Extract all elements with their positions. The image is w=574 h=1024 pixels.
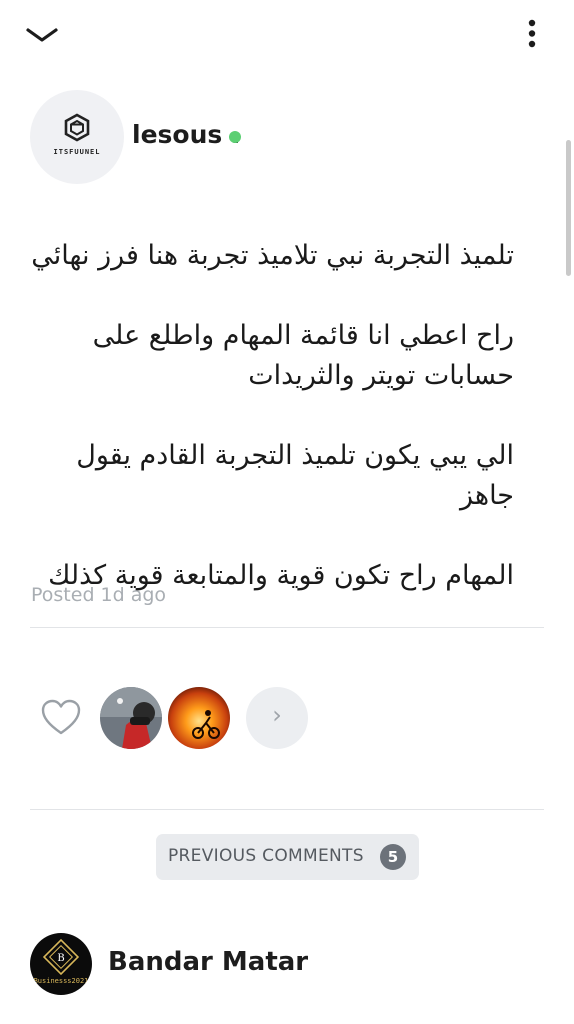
collapse-button[interactable] — [22, 20, 62, 48]
scrollbar[interactable] — [566, 140, 571, 276]
more-likers-button[interactable]: › — [246, 687, 308, 749]
divider — [30, 627, 544, 628]
liker-avatar[interactable] — [100, 687, 162, 749]
user-photo-icon — [168, 687, 230, 749]
more-options-button[interactable] — [516, 16, 548, 52]
previous-comments-button[interactable]: PREVIOUS COMMENTS 5 — [156, 834, 419, 880]
chevron-down-icon — [26, 28, 58, 42]
post-paragraph: تلميذ التجربة نبي تلاميذ تجربة هنا فرز ن… — [31, 240, 514, 271]
post-timestamp: Posted 1d ago — [31, 584, 167, 606]
commenter-avatar[interactable]: B Businesss2021 — [30, 933, 92, 995]
author-name[interactable]: lesous . — [132, 120, 240, 149]
liker-avatar[interactable] — [168, 687, 230, 749]
likes-row: › — [40, 686, 340, 750]
author-avatar[interactable]: ITSFUUNEL — [30, 90, 124, 184]
avatar-letter: B — [57, 953, 64, 964]
online-status-indicator — [229, 131, 241, 143]
comment-item: B Businesss2021 Bandar Matar — [30, 933, 550, 1024]
like-button[interactable] — [40, 698, 82, 738]
more-vertical-icon — [528, 19, 536, 48]
brand-logo-icon — [64, 113, 90, 142]
top-bar — [0, 0, 574, 70]
post-paragraph: راح اعطي انا قائمة المهام واطلع على حساب… — [92, 320, 514, 391]
avatar-brand-text: ITSFUUNEL — [53, 148, 101, 156]
comment-count-badge: 5 — [380, 844, 406, 870]
brand-logo-icon: B — [42, 938, 80, 976]
post-body: تلميذ التجربة نبي تلاميذ تجربة هنا فرز ن… — [30, 236, 514, 636]
commenter-name[interactable]: Bandar Matar — [108, 947, 308, 977]
post-paragraph: الي يبي يكون تلميذ التجربة القادم يقول ج… — [76, 440, 514, 511]
previous-comments-label: PREVIOUS COMMENTS — [168, 846, 364, 866]
user-photo-icon — [100, 687, 162, 749]
post-author: ITSFUUNEL lesous . — [30, 90, 430, 184]
commenter-avatar-text: Businesss2021 — [33, 977, 89, 985]
chevron-right-icon: › — [272, 701, 282, 729]
divider — [30, 809, 544, 810]
heart-outline-icon — [41, 699, 81, 735]
